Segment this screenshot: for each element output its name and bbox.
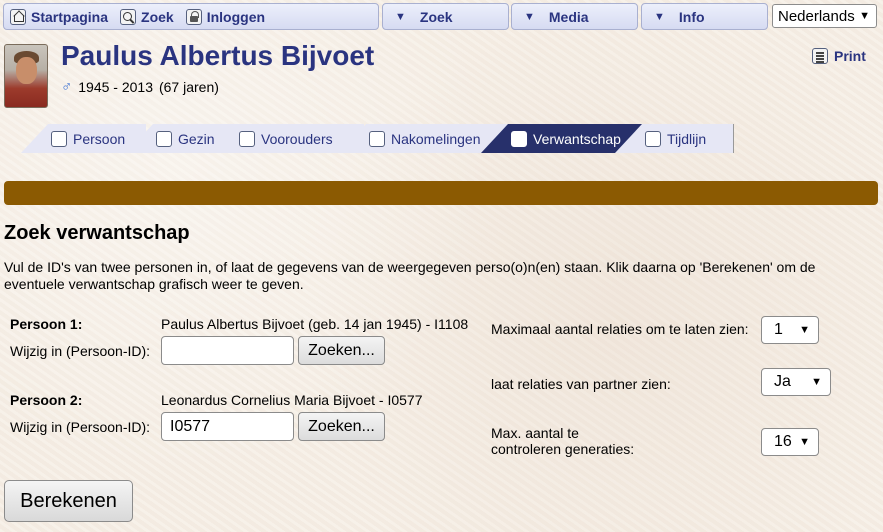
partner-relations-value: Ja (774, 373, 791, 390)
relationship-icon (511, 130, 527, 147)
person2-label: Persoon 2: (10, 392, 83, 408)
tab-label: Tijdlijn (667, 130, 707, 147)
media-menu-label: Media (548, 8, 589, 25)
triangle-down-icon: ▼ (395, 10, 406, 23)
person-photo[interactable] (4, 44, 48, 108)
person1-search-button[interactable]: Zoeken... (298, 336, 385, 365)
male-icon: ♂ (61, 78, 73, 95)
person2-value: Leonardus Cornelius Maria Bijvoet - I057… (161, 392, 423, 408)
tab-label: Nakomelingen (391, 130, 481, 147)
search-icon (120, 8, 137, 25)
lock-icon (185, 8, 202, 25)
top-navigation: Startpagina Zoek Inloggen ▼ Zoek ▼ Media… (0, 0, 883, 32)
tab-persoon[interactable]: Persoon (21, 124, 146, 153)
section-bar (4, 181, 878, 205)
tab-verwantschap[interactable]: Verwantschap (481, 124, 643, 153)
login-link[interactable]: Inloggen (185, 8, 266, 25)
photo-face (16, 57, 37, 84)
triangle-down-icon: ▼ (811, 376, 822, 388)
tab-label: Verwantschap (533, 130, 621, 147)
triangle-down-icon: ▼ (859, 10, 870, 22)
generations-value: 16 (774, 433, 792, 450)
page-title: Zoek verwantschap (4, 222, 190, 244)
home-icon (10, 8, 26, 25)
media-menu[interactable]: ▼ Media (511, 3, 638, 30)
age: (67 jaren) (158, 78, 219, 95)
person2-id-input[interactable] (161, 412, 294, 441)
person1-value: Paulus Albertus Bijvoet (geb. 14 jan 194… (161, 316, 469, 332)
person1-change-label: Wijzig in (Persoon-ID): (10, 343, 151, 359)
print-label: Print (834, 48, 866, 64)
triangle-down-icon: ▼ (524, 10, 535, 23)
generations-select[interactable]: 16 ▼ (761, 428, 819, 456)
triangle-down-icon: ▼ (654, 10, 665, 23)
person-name: Paulus Albertus Bijvoet (61, 40, 375, 71)
partner-relations-label: laat relaties van partner zien: (491, 376, 671, 392)
print-icon (812, 48, 828, 64)
timeline-icon (645, 130, 661, 147)
page-description: Vul de ID's van twee personen in, of laa… (4, 259, 816, 292)
max-relations-value: 1 (774, 321, 783, 338)
triangle-down-icon: ▼ (799, 324, 810, 336)
home-link[interactable]: Startpagina (10, 8, 109, 25)
person1-id-input[interactable] (161, 336, 294, 365)
print-link[interactable]: Print (812, 48, 866, 64)
max-relations-select[interactable]: 1 ▼ (761, 316, 819, 344)
family-icon (156, 130, 172, 147)
info-menu[interactable]: ▼ Info (641, 3, 768, 30)
search-menu-label: Zoek (419, 8, 453, 25)
search-link[interactable]: Zoek (120, 8, 174, 25)
home-link-label: Startpagina (31, 8, 109, 25)
life-years: 1945 - 2013 (78, 78, 153, 95)
main-nav: Startpagina Zoek Inloggen (3, 3, 379, 30)
login-link-label: Inloggen (206, 8, 266, 25)
descendants-icon (369, 130, 385, 147)
person1-label: Persoon 1: (10, 316, 83, 332)
ancestors-icon (239, 130, 255, 147)
tabs-divider (733, 124, 734, 153)
tab-label: Voorouders (261, 130, 333, 147)
person2-search-button[interactable]: Zoeken... (298, 412, 385, 441)
generations-label-line1: Max. aantal te (491, 425, 579, 441)
tab-label: Persoon (73, 130, 126, 147)
triangle-down-icon: ▼ (799, 436, 810, 448)
person2-change-label: Wijzig in (Persoon-ID): (10, 419, 151, 435)
max-relations-label: Maximaal aantal relaties om te laten zie… (491, 321, 749, 337)
generations-label-line2: controleren generaties: (491, 441, 635, 457)
search-link-label: Zoek (141, 8, 174, 25)
person-dates: ♂ 1945 - 2013 (67 jaren) (61, 78, 219, 95)
info-menu-label: Info (678, 8, 705, 25)
search-menu[interactable]: ▼ Zoek (382, 3, 509, 30)
partner-relations-select[interactable]: Ja ▼ (761, 368, 831, 396)
person-tabs: Persoon Gezin Voorouders Nakomelingen Ve… (21, 124, 735, 153)
language-select[interactable]: Nederlands ▼ (772, 4, 877, 28)
person-icon (51, 130, 67, 147)
tab-voorouders[interactable]: Voorouders (209, 124, 364, 153)
tab-nakomelingen[interactable]: Nakomelingen (339, 124, 509, 153)
calculate-button[interactable]: Berekenen (4, 480, 133, 522)
tab-label: Gezin (178, 130, 215, 147)
language-value: Nederlands (778, 7, 855, 25)
